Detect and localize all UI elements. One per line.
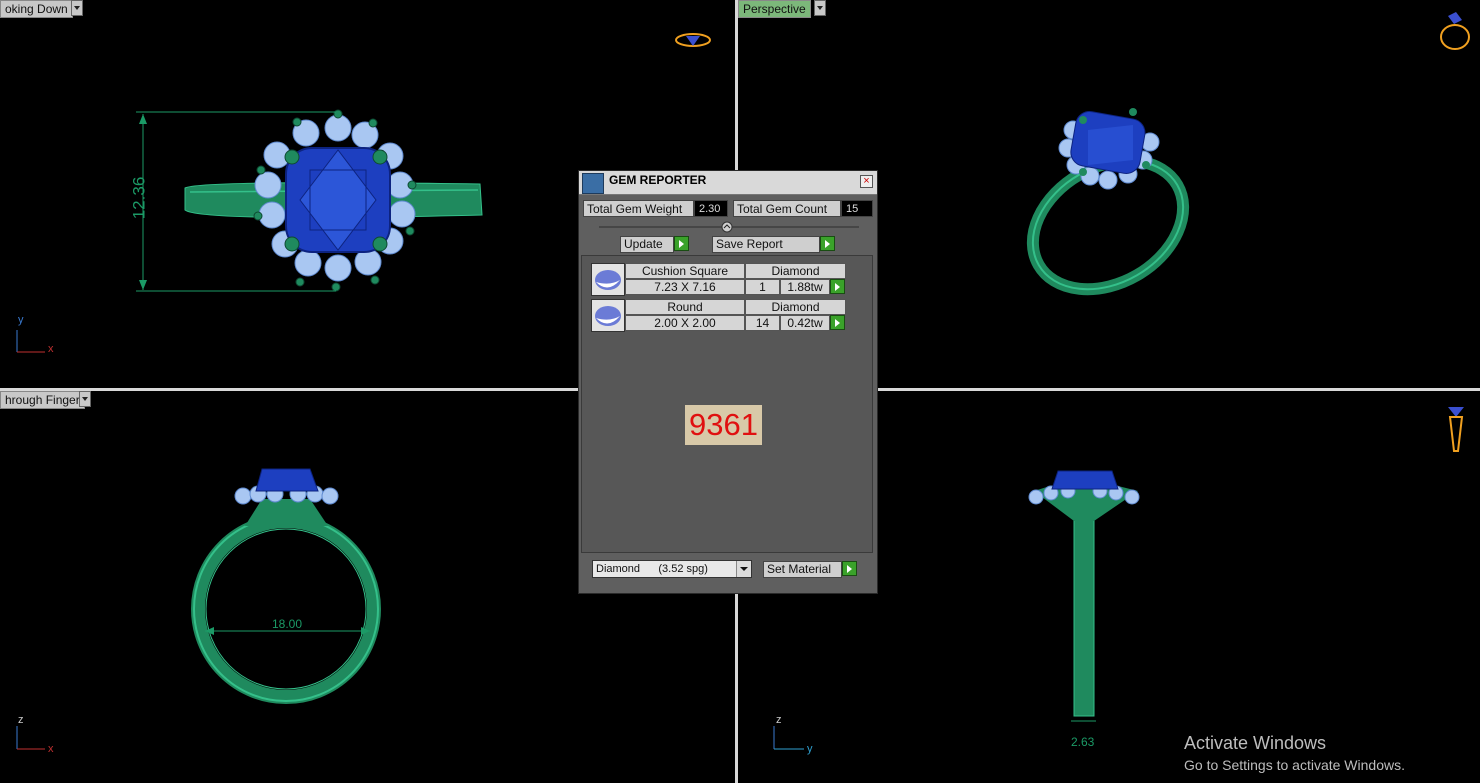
stamp-number: 9361 [685, 405, 762, 445]
cushion-gem-icon [591, 263, 625, 296]
watermark-subtitle: Go to Settings to activate Windows. [1184, 757, 1405, 773]
gem-shape: Round [625, 299, 745, 315]
chevron-down-icon[interactable] [736, 561, 751, 577]
gem-weight: 0.42tw [780, 315, 830, 331]
dimension-label-top: 12.36 [129, 176, 149, 220]
set-material-button[interactable]: Set Material [763, 561, 842, 578]
gem-shape: Cushion Square [625, 263, 745, 279]
gem-row-go-icon[interactable] [830, 315, 845, 330]
dialog-title: GEM REPORTER [609, 173, 707, 187]
view-icon-top-left [675, 33, 711, 47]
save-report-go-icon[interactable] [820, 236, 835, 251]
close-icon[interactable]: × [860, 175, 873, 188]
update-button[interactable]: Update [620, 236, 674, 253]
gem-row[interactable]: Round Diamond 2.00 X 2.00 14 0.42tw [591, 299, 851, 333]
axis-label-x: x [48, 343, 54, 355]
update-go-icon[interactable] [674, 236, 689, 251]
total-weight-label: Total Gem Weight [583, 200, 694, 217]
gem-weight: 1.88tw [780, 279, 830, 295]
set-material-go-icon[interactable] [842, 561, 857, 576]
dimension-label-finger: 18.00 [272, 617, 303, 631]
gem-material: Diamond [745, 299, 846, 315]
axis-label-y: y [18, 314, 24, 326]
gem-count: 14 [745, 315, 780, 331]
total-weight-value: 2.30 [694, 200, 728, 217]
round-gem-icon [591, 299, 625, 332]
watermark-title: Activate Windows [1184, 733, 1327, 753]
collapse-handle-icon[interactable] [599, 220, 859, 234]
activate-windows-watermark: Activate Windows Go to Settings to activ… [1184, 733, 1405, 773]
gem-material: Diamond [745, 263, 846, 279]
gem-list: Cushion Square Diamond 7.23 X 7.16 1 1.8… [581, 255, 873, 553]
gem-size: 7.23 X 7.16 [625, 279, 745, 295]
gem-row-go-icon[interactable] [830, 279, 845, 294]
dialog-titlebar[interactable]: GEM REPORTER × [579, 171, 877, 195]
material-select-value: Diamond (3.52 spg) [596, 563, 708, 575]
gem-row[interactable]: Cushion Square Diamond 7.23 X 7.16 1 1.8… [591, 263, 851, 297]
gem-reporter-dialog: GEM REPORTER × Total Gem Weight 2.30 Tot… [578, 170, 878, 594]
total-count-label: Total Gem Count [733, 200, 841, 217]
dimension-label-side: 2.63 [1071, 735, 1095, 749]
gem-size: 2.00 X 2.00 [625, 315, 745, 331]
axis-label-x-bottom: x [48, 743, 54, 755]
axis-label-z: z [18, 714, 24, 726]
save-report-button[interactable]: Save Report [712, 236, 820, 253]
gem-reporter-icon [582, 173, 604, 194]
gem-count: 1 [745, 279, 780, 295]
axis-label-y-right: y [807, 743, 813, 755]
total-count-value: 15 [841, 200, 873, 217]
material-select[interactable]: Diamond (3.52 spg) [592, 560, 752, 578]
axis-label-z-right: z [776, 714, 782, 726]
